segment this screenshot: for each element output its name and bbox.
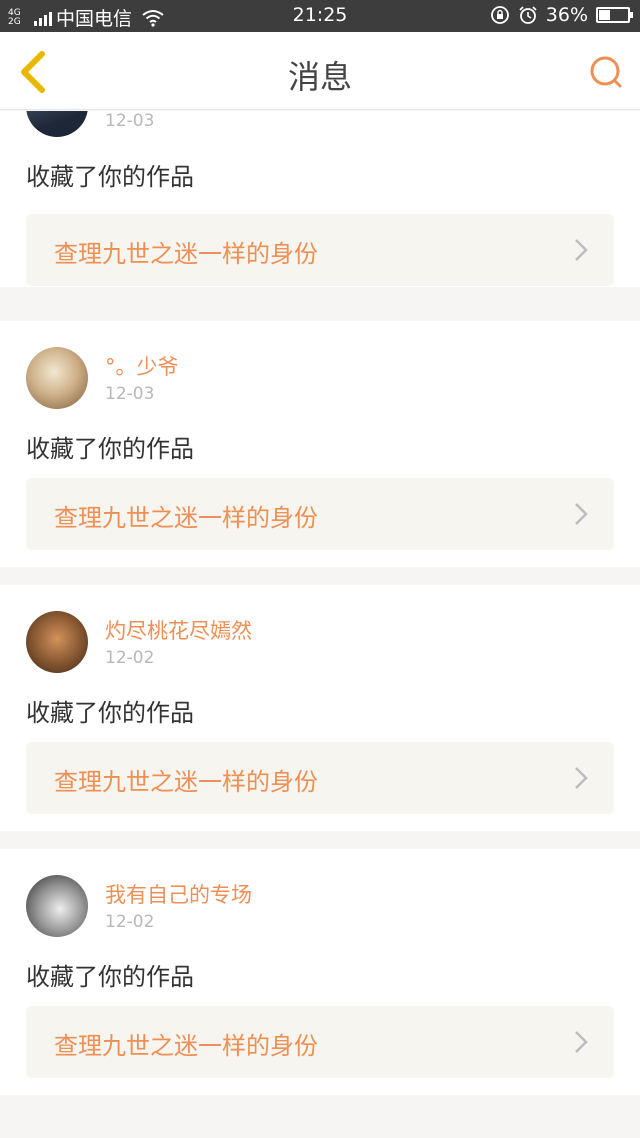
user-avatar[interactable] (26, 111, 88, 137)
work-title: 查理九世之迷一样的身份 (54, 1032, 318, 1060)
notification-date: 12-02 (105, 648, 155, 668)
alarm-icon (519, 6, 537, 24)
notification-date: 12-02 (105, 912, 155, 932)
work-link[interactable]: 查理九世之迷一样的身份 (26, 214, 614, 286)
status-right: 36% (490, 4, 633, 26)
notification-date: 12-03 (105, 384, 155, 404)
user-name[interactable]: 灼尽桃花尽嫣然 (105, 615, 252, 645)
chevron-right-icon (575, 767, 588, 789)
chevron-right-icon (575, 1031, 588, 1053)
user-avatar[interactable] (26, 875, 88, 937)
notification-action: 收藏了你的作品 (26, 163, 194, 191)
nav-bar: 消息 (0, 32, 640, 110)
search-icon[interactable] (588, 54, 624, 90)
battery-percent: 36% (545, 4, 588, 26)
battery-icon (596, 7, 633, 23)
notification-card: 我有自己的专场 12-02 收藏了你的作品 查理九世之迷一样的身份 (0, 849, 640, 1095)
user-name[interactable]: °。少爷 (105, 351, 179, 381)
user-avatar[interactable] (26, 611, 88, 673)
page-title: 消息 (287, 58, 352, 96)
chevron-right-icon (575, 239, 588, 261)
work-title: 查理九世之迷一样的身份 (54, 240, 318, 268)
work-link[interactable]: 查理九世之迷一样的身份 (26, 478, 614, 550)
notification-card: 12-03 收藏了你的作品 查理九世之迷一样的身份 (0, 111, 640, 287)
notification-action: 收藏了你的作品 (26, 963, 194, 991)
chevron-right-icon (575, 503, 588, 525)
work-link[interactable]: 查理九世之迷一样的身份 (26, 742, 614, 814)
notification-action: 收藏了你的作品 (26, 699, 194, 727)
message-list[interactable]: 12-03 收藏了你的作品 查理九世之迷一样的身份 °。少爷 12-03 收藏了… (0, 111, 640, 1138)
user-avatar[interactable] (26, 347, 88, 409)
rotation-lock-icon (490, 6, 509, 24)
notification-date: 12-03 (105, 111, 155, 131)
work-title: 查理九世之迷一样的身份 (54, 768, 318, 796)
notification-card: 灼尽桃花尽嫣然 12-02 收藏了你的作品 查理九世之迷一样的身份 (0, 585, 640, 831)
user-name[interactable]: 我有自己的专场 (105, 879, 252, 909)
work-link[interactable]: 查理九世之迷一样的身份 (26, 1006, 614, 1078)
status-bar: 4G 2G 中国电信 21:25 36% (0, 0, 640, 32)
notification-action: 收藏了你的作品 (26, 435, 194, 463)
notification-card: °。少爷 12-03 收藏了你的作品 查理九世之迷一样的身份 (0, 321, 640, 567)
work-title: 查理九世之迷一样的身份 (54, 504, 318, 532)
